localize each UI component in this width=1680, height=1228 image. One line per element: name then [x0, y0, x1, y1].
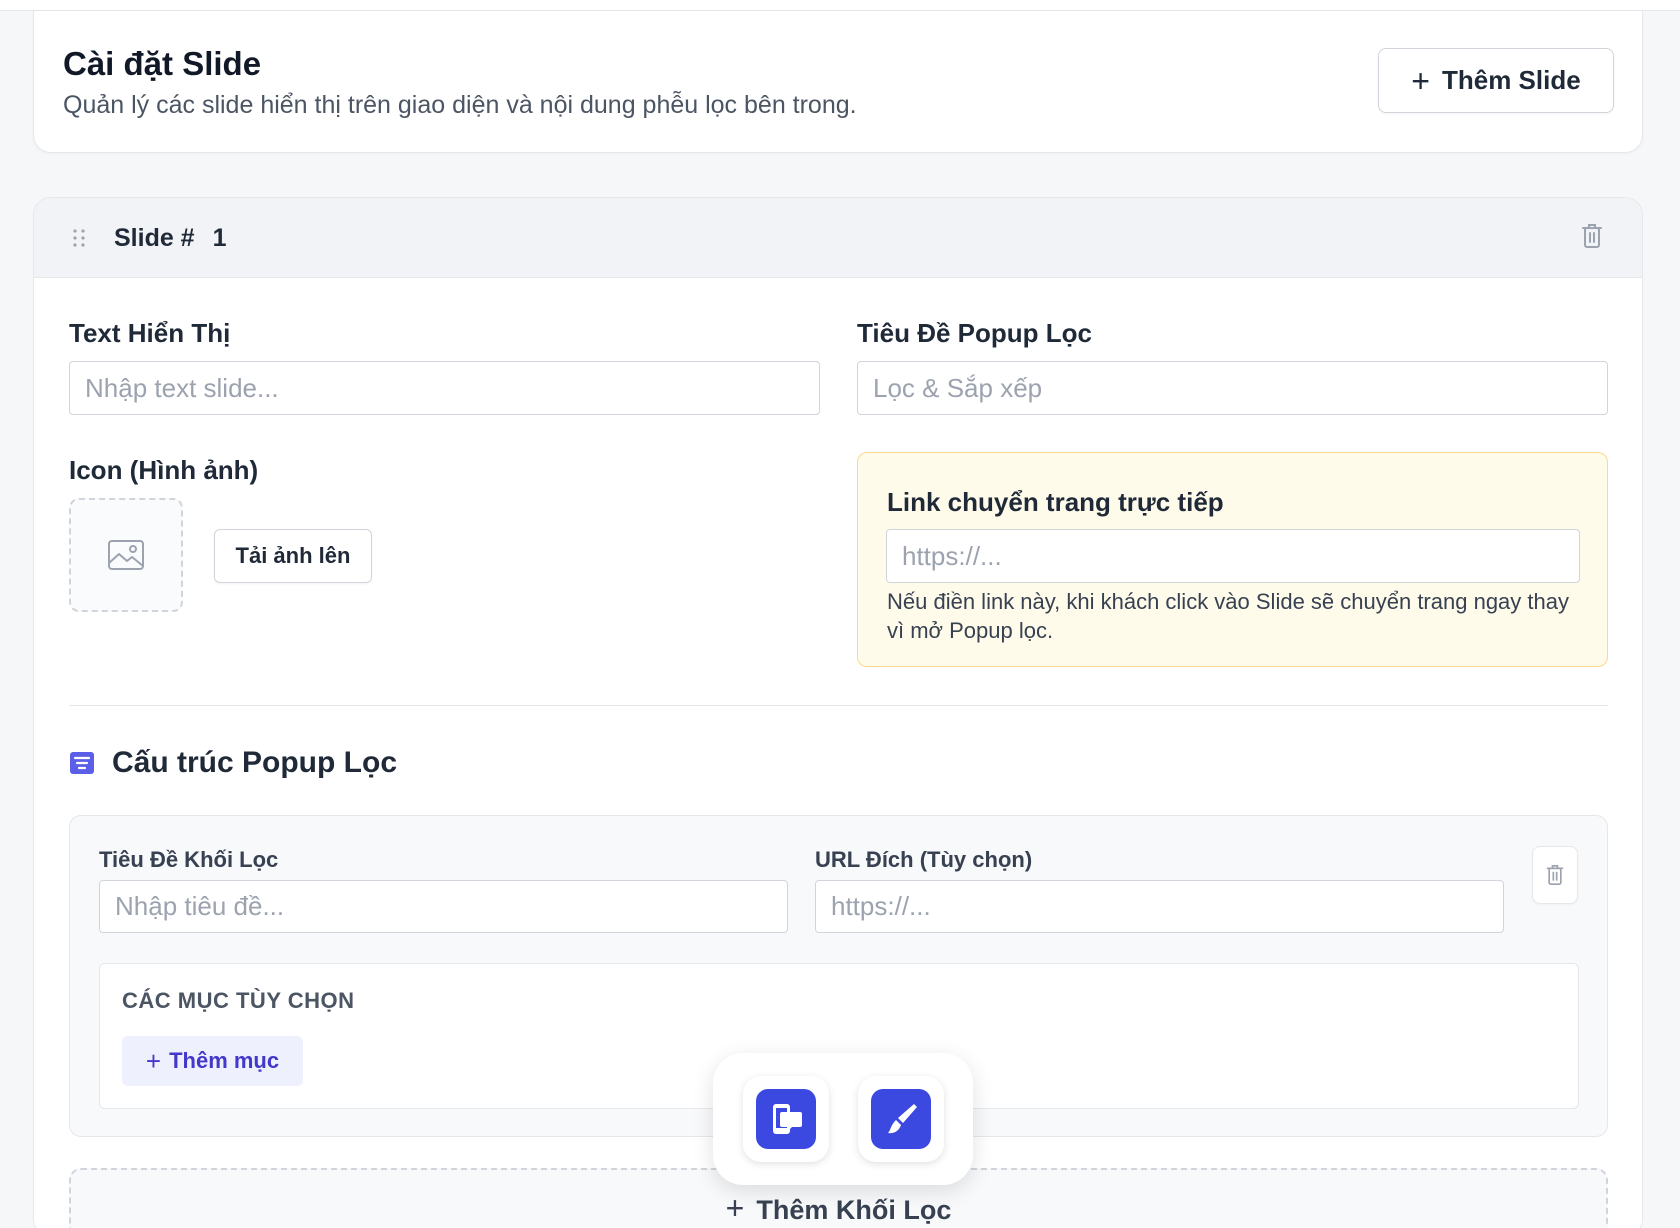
settings-header-card: Cài đặt Slide Quản lý các slide hiển thị…	[33, 11, 1643, 153]
brush-icon	[871, 1089, 931, 1149]
slide-number: 1	[212, 224, 227, 252]
add-slide-label: Thêm Slide	[1441, 65, 1581, 95]
dock-phone-chat-button[interactable]	[743, 1076, 829, 1162]
text-display-label: Text Hiển Thị	[69, 318, 231, 348]
direct-link-box: Link chuyển trang trực tiếp Nếu điền lin…	[857, 452, 1608, 667]
slide-title: Slide # 1	[114, 224, 227, 253]
floating-dock	[713, 1053, 973, 1185]
add-block-label-wrap: + Thêm Khối Lọc	[71, 1192, 1606, 1226]
page-subtitle: Quản lý các slide hiển thị trên giao diệ…	[63, 91, 857, 119]
popup-title-label: Tiêu Đề Popup Lọc	[857, 318, 1092, 348]
direct-link-input[interactable]	[886, 529, 1580, 583]
image-icon	[108, 540, 144, 570]
add-slide-button[interactable]: + Thêm Slide	[1378, 48, 1614, 113]
slide-label-text: Slide #	[114, 224, 195, 252]
popup-structure-title: Cấu trúc Popup Lọc	[112, 746, 397, 779]
direct-link-title: Link chuyển trang trực tiếp	[887, 487, 1224, 517]
trash-icon	[1546, 865, 1564, 885]
block-title-label: Tiêu Đề Khối Lọc	[99, 847, 279, 872]
direct-link-note: Nếu điền link này, khi khách click vào S…	[887, 589, 1569, 643]
plus-icon: +	[1411, 62, 1430, 99]
add-block-label: Thêm Khối Lọc	[756, 1195, 952, 1225]
phone-chat-icon	[756, 1089, 816, 1149]
target-url-input[interactable]	[815, 880, 1504, 933]
target-url-label: URL Đích (Tùy chọn)	[815, 847, 1033, 872]
delete-block-button[interactable]	[1532, 846, 1578, 904]
filter-structure-icon	[70, 752, 94, 774]
divider	[69, 705, 1608, 706]
plus-icon: +	[145, 1046, 162, 1076]
delete-slide-icon[interactable]	[1580, 222, 1604, 250]
add-item-label: Thêm mục	[169, 1048, 280, 1073]
drag-handle-icon[interactable]	[72, 228, 86, 248]
block-title-input[interactable]	[99, 880, 788, 933]
add-item-button[interactable]: + Thêm mục	[122, 1036, 303, 1086]
text-display-input[interactable]	[69, 361, 820, 415]
icon-image-placeholder[interactable]	[69, 498, 183, 612]
upload-image-button[interactable]: Tải ảnh lên	[214, 529, 372, 583]
plus-icon: +	[725, 1190, 745, 1226]
icon-label: Icon (Hình ảnh)	[69, 455, 259, 485]
page-title: Cài đặt Slide	[63, 45, 262, 82]
popup-title-input[interactable]	[857, 361, 1608, 415]
top-bar	[0, 0, 1680, 11]
options-label: CÁC MỤC TÙY CHỌN	[122, 988, 355, 1013]
slide-header: Slide # 1	[34, 198, 1642, 278]
dock-brush-button[interactable]	[858, 1076, 944, 1162]
